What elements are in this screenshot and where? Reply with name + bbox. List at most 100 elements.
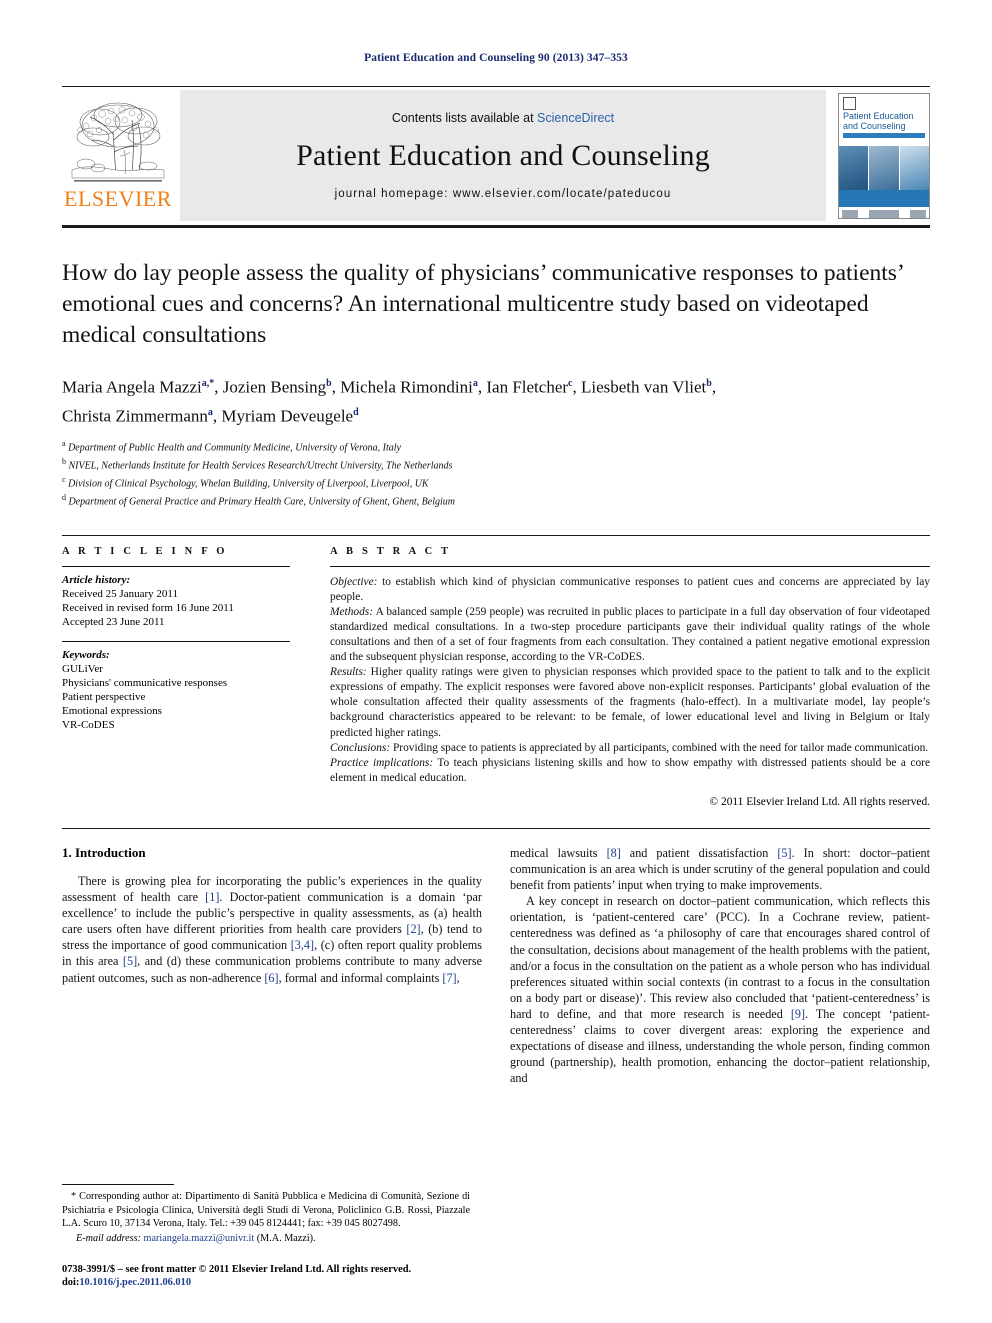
masthead-center: Contents lists available at ScienceDirec…: [180, 90, 826, 221]
affiliation-marker: b: [62, 457, 66, 467]
email-suffix: (M.A. Mazzi).: [256, 1233, 316, 1245]
body-column-left: 1. Introduction There is growing plea fo…: [62, 845, 482, 1086]
elsevier-tree-icon: [68, 90, 168, 187]
abstract-column: A B S T R A C T Objective: to establish …: [312, 546, 930, 808]
body-column-right: medical lawsuits [8] and patient dissati…: [510, 845, 930, 1086]
citation-ref[interactable]: [9]: [791, 1007, 805, 1021]
cover-header: Patient Education and Counseling: [839, 94, 929, 146]
author-list: Maria Angela Mazzia,*, Jozien Bensingb, …: [62, 377, 717, 426]
affiliation-item: a Department of Public Health and Commun…: [62, 437, 930, 455]
abstract-section-text: Providing space to patients is appreciat…: [390, 741, 929, 754]
author-affil-marker: c: [568, 378, 573, 389]
cover-photo-strip: [839, 146, 929, 190]
abstract-section: Objective: to establish which kind of ph…: [330, 575, 930, 605]
affiliation-text: Department of General Practice and Prima…: [68, 496, 456, 508]
abstract-section-text: to establish which kind of physician com…: [330, 575, 930, 603]
keywords-rule: [62, 640, 290, 642]
sciencedirect-link[interactable]: ScienceDirect: [537, 111, 614, 125]
citation-ref[interactable]: [1]: [205, 890, 219, 904]
affiliation-text: Department of Public Health and Communit…: [68, 442, 401, 454]
cover-bottom-band: [839, 190, 929, 218]
affiliation-text: NIVEL, Netherlands Institute for Health …: [68, 460, 453, 472]
affiliation-text: Division of Clinical Psychology, Whelan …: [68, 478, 429, 490]
affiliation-marker: d: [62, 492, 66, 502]
cover-subtitle-bar: [843, 133, 925, 138]
author-affil-marker: a: [472, 378, 478, 389]
keyword-item: GULiVer: [62, 662, 103, 675]
contents-available-line: Contents lists available at ScienceDirec…: [392, 111, 614, 125]
contents-prefix-text: Contents lists available at: [391, 111, 534, 125]
affiliation-marker: a: [62, 439, 66, 449]
cover-title-text: Patient Education and Counseling: [843, 111, 914, 131]
keyword-item: Physicians' communicative responses: [62, 676, 228, 689]
citation-ref[interactable]: [7]: [442, 971, 456, 985]
title-block: How do lay people assess the quality of …: [62, 258, 930, 509]
abstract-copyright: © 2011 Elsevier Ireland Ltd. All rights …: [709, 795, 930, 808]
author-affil-marker: a: [207, 406, 213, 418]
doi-line: doi:10.1016/j.pec.2011.06.010: [62, 1276, 470, 1290]
abstract-rule: [330, 565, 930, 567]
abstract-section-label: Results:: [330, 666, 367, 679]
running-head: Patient Education and Counseling 90 (201…: [364, 52, 628, 64]
section-heading-introduction: 1. Introduction: [62, 844, 146, 860]
article-info-column: A R T I C L E I N F O Article history: R…: [62, 546, 312, 808]
email-note: E-mail address: mariangela.mazzi@univr.i…: [62, 1232, 470, 1245]
article-history-item: Accepted 23 June 2011: [62, 615, 165, 628]
article-body: 1. Introduction There is growing plea fo…: [62, 827, 930, 1086]
doi-link[interactable]: 10.1016/j.pec.2011.06.010: [79, 1277, 191, 1288]
footnote-rule: [62, 1184, 174, 1186]
abstract-section-label: Practice implications:: [330, 756, 434, 769]
corresponding-author-note: * Corresponding author at: Dipartimento …: [62, 1191, 470, 1229]
footnote-area: * Corresponding author at: Dipartimento …: [62, 1184, 470, 1290]
citation-ref[interactable]: [8]: [607, 846, 621, 860]
abstract-section-text: A balanced sample (259 people) was recru…: [330, 605, 930, 664]
elsevier-wordmark: ELSEVIER: [64, 186, 172, 211]
issn-line: 0738-3991/$ – see front matter © 2011 El…: [62, 1263, 412, 1275]
author-affil-marker: b: [326, 378, 332, 389]
journal-cover-cell: Patient Education and Counseling: [832, 87, 930, 225]
journal-article-page: Patient Education and Counseling 90 (201…: [0, 0, 992, 1323]
article-history-item: Received 25 January 2011: [62, 587, 178, 600]
info-abstract-area: A R T I C L E I N F O Article history: R…: [62, 534, 930, 808]
cover-logo-center: [869, 209, 899, 218]
citation-ref[interactable]: [5]: [777, 846, 791, 860]
journal-cover-thumbnail: Patient Education and Counseling: [838, 93, 930, 219]
affiliation-item: b NIVEL, Netherlands Institute for Healt…: [62, 455, 930, 473]
abstract-section: Practice implications: To teach physicia…: [330, 756, 930, 786]
doi-label: doi:: [62, 1277, 80, 1289]
author-affil-marker: d: [353, 406, 359, 418]
issn-doi-block: 0738-3991/$ – see front matter © 2011 El…: [62, 1263, 470, 1290]
article-history-label: Article history:: [62, 573, 131, 586]
author-affil-marker: b: [706, 378, 712, 389]
body-paragraph: There is growing plea for incorporating …: [62, 873, 483, 985]
journal-homepage-link[interactable]: journal homepage: www.elsevier.com/locat…: [335, 188, 672, 200]
abstract-section: Conclusions: Providing space to patients…: [330, 741, 930, 756]
abstract-section: Methods: A balanced sample (259 people) …: [330, 605, 930, 665]
citation-ref[interactable]: [2]: [406, 922, 420, 936]
article-info-rule: [62, 565, 290, 567]
abstract-section-label: Conclusions:: [330, 741, 391, 754]
citation-ref[interactable]: [5]: [123, 954, 137, 968]
affiliation-list: a Department of Public Health and Commun…: [62, 437, 930, 508]
affiliation-item: d Department of General Practice and Pri…: [62, 491, 930, 509]
keyword-item: Emotional expressions: [62, 704, 162, 717]
affiliation-item: c Division of Clinical Psychology, Whela…: [62, 473, 930, 491]
abstract-heading: A B S T R A C T: [330, 545, 452, 557]
abstract-section: Results: Higher quality ratings were giv…: [330, 665, 930, 740]
keywords-label: Keywords:: [62, 648, 110, 661]
cover-logo-left: [842, 209, 858, 218]
abstract-section-text: Higher quality ratings were given to phy…: [330, 666, 930, 739]
email-link[interactable]: mariangela.mazzi@univr.it: [144, 1233, 255, 1244]
cover-photo-3: [899, 146, 929, 190]
citation-ref[interactable]: [3,4]: [291, 938, 314, 952]
elsevier-logo: ELSEVIER: [62, 87, 174, 225]
body-paragraph: A key concept in research on doctor–pati…: [510, 894, 930, 1086]
cover-photo-1: [839, 146, 869, 190]
article-history-item: Received in revised form 16 June 2011: [62, 601, 234, 614]
page-title: How do lay people assess the quality of …: [62, 260, 904, 348]
citation-ref[interactable]: [6]: [264, 971, 278, 985]
journal-masthead: ELSEVIER Contents lists available at Sci…: [62, 86, 930, 228]
cover-elsevier-mini-icon: [843, 97, 856, 110]
author-affil-marker: a,*: [201, 378, 215, 389]
cover-photo-2: [869, 146, 899, 190]
